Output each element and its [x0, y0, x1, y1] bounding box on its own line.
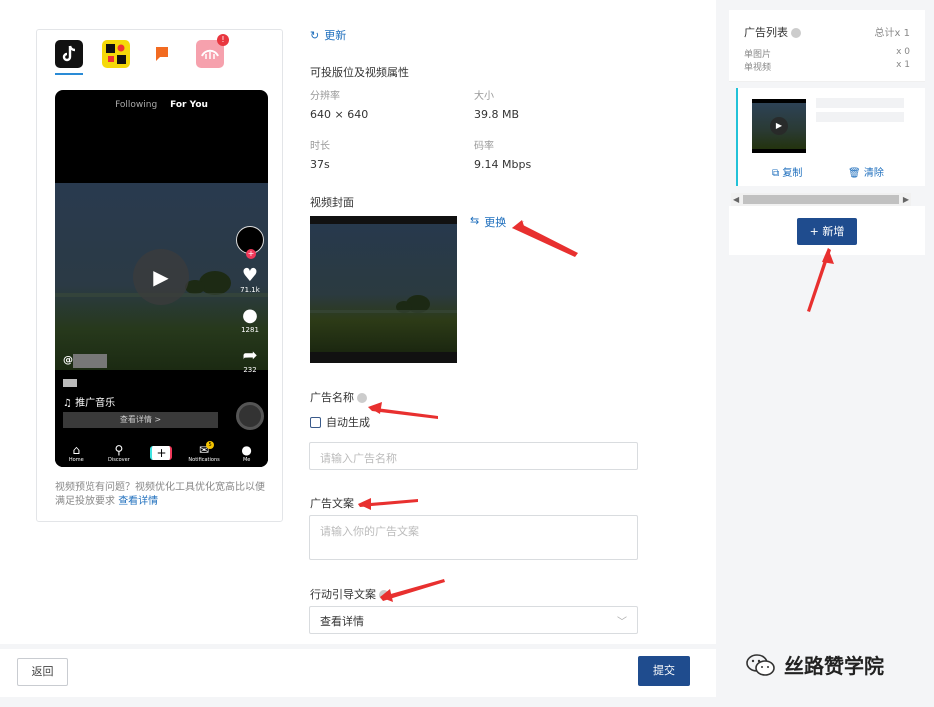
- footer-bar: [0, 649, 716, 697]
- annotation-arrow: [807, 248, 834, 312]
- play-icon[interactable]: ▶: [133, 249, 189, 305]
- music-disc-icon: [236, 402, 264, 430]
- size-label: 大小: [474, 91, 494, 102]
- submit-button[interactable]: 提交: [638, 656, 690, 686]
- chevron-down-icon: ﹀: [617, 617, 627, 628]
- ad-thumbnail: ▶: [752, 99, 806, 153]
- nav-create[interactable]: +: [143, 446, 179, 460]
- phone-feed-tabs: Following For You: [55, 100, 268, 110]
- cta-text-label: 行动引导文案: [310, 586, 389, 602]
- ad-list-total: 总计x 1: [874, 28, 910, 39]
- replace-cover-button[interactable]: ⇆ 更换: [470, 214, 506, 230]
- resolution-label: 分辨率: [310, 91, 340, 102]
- help-icon[interactable]: [357, 393, 367, 403]
- swap-icon: ⇆: [470, 214, 480, 227]
- music-label: ♫ 推广音乐: [63, 398, 116, 409]
- horizontal-scrollbar[interactable]: ◀ ▶: [731, 193, 911, 206]
- ad-tag: [63, 379, 77, 387]
- ad-list-header: 广告列表 总计x 1 单图片 x 0 单视频 x 1: [729, 10, 925, 82]
- share-icon[interactable]: ➦: [234, 346, 266, 366]
- ad-name-input[interactable]: 请输入广告名称: [309, 442, 638, 470]
- placeholder-line: [816, 98, 904, 108]
- placeholder-line: [816, 112, 904, 122]
- ad-list-title: 广告列表: [744, 24, 801, 40]
- bitrate-label: 码率: [474, 141, 494, 152]
- like-count: 71.1k: [240, 286, 260, 294]
- wechat-icon: [746, 653, 775, 676]
- phone-bottom-nav: ⌂ Home ⚲ Discover + ✉ 5 Notifications ● Me: [55, 439, 268, 467]
- video-cover-image: [310, 216, 457, 363]
- preview-panel: ! Following For You ▶ + ♥ 71.1k ● 1281 ➦…: [36, 29, 283, 522]
- refresh-icon: ↻: [310, 28, 320, 42]
- single-image-row: 单图片 x 0: [744, 47, 910, 60]
- auto-generate-checkbox[interactable]: 自动生成: [310, 414, 370, 430]
- clear-button[interactable]: 🗑 清除: [848, 164, 884, 179]
- message-icon: ✉: [199, 442, 210, 457]
- copy-button[interactable]: ⧉ 复制: [772, 164, 802, 179]
- active-tab-indicator: [55, 73, 83, 75]
- watermark-text: 丝路赞学院: [784, 654, 884, 678]
- user-handle: @: [63, 355, 73, 366]
- duration-value: 37s: [310, 158, 330, 171]
- phone-preview: Following For You ▶ + ♥ 71.1k ● 1281 ➦ 2…: [55, 90, 268, 467]
- help-icon[interactable]: [379, 590, 389, 600]
- creator-avatar[interactable]: +: [236, 226, 264, 259]
- comment-icon[interactable]: ●: [234, 306, 266, 326]
- duration-label: 时长: [310, 141, 330, 152]
- pangle-icon[interactable]: !: [196, 34, 229, 68]
- size-value: 39.8 MB: [474, 108, 520, 121]
- copy-icon: ⧉: [772, 168, 783, 179]
- following-tab: Following: [115, 100, 158, 110]
- cta-select[interactable]: 查看详情 ﹀: [309, 606, 638, 634]
- back-button[interactable]: 返回: [17, 658, 68, 686]
- share-count: 232: [243, 366, 257, 374]
- notification-badge: 5: [206, 440, 215, 449]
- nav-me[interactable]: ● Me: [229, 442, 265, 463]
- single-video-row: 单视频 x 1: [744, 60, 910, 73]
- plus-icon: +: [150, 446, 173, 460]
- scroll-right-icon[interactable]: ▶: [903, 193, 909, 206]
- handle-redaction: [73, 354, 107, 368]
- trash-icon: 🗑: [848, 168, 864, 179]
- scroll-left-icon[interactable]: ◀: [733, 193, 739, 206]
- play-icon: ▶: [770, 117, 788, 135]
- cta-button[interactable]: 查看详情 >: [63, 412, 218, 428]
- comment-count: 1281: [241, 326, 259, 334]
- nav-notifications[interactable]: ✉ 5 Notifications: [186, 440, 222, 463]
- profile-icon: ●: [241, 442, 252, 457]
- topbuzz-icon[interactable]: [102, 40, 130, 68]
- ad-list-item[interactable]: ▶ ⧉ 复制 🗑 清除: [736, 88, 925, 186]
- refresh-button[interactable]: ↻ 更新: [310, 27, 346, 43]
- tiktok-icon[interactable]: [55, 40, 83, 68]
- watermark: 丝路赞学院: [746, 650, 884, 679]
- heart-icon[interactable]: ♥: [234, 266, 266, 286]
- nav-discover[interactable]: ⚲ Discover: [101, 442, 137, 463]
- side-actions: + ♥ 71.1k ● 1281 ➦ 232: [234, 226, 266, 374]
- for-you-tab: For You: [170, 100, 208, 110]
- ad-name-label: 广告名称: [310, 389, 367, 405]
- add-ad-button[interactable]: + 新增: [797, 218, 857, 245]
- checkbox-icon: [310, 416, 321, 428]
- alert-badge: !: [217, 34, 229, 46]
- props-title: 可投版位及视频属性: [310, 66, 409, 79]
- home-icon: ⌂: [72, 442, 81, 457]
- note-detail-link[interactable]: 查看详情: [118, 496, 158, 507]
- app-tabs: !: [55, 34, 229, 68]
- preview-note: 视频预览有问题？视频优化工具优化宽高比以便满足投放要求 查看详情: [55, 482, 265, 507]
- bitrate-value: 9.14 Mbps: [474, 158, 532, 171]
- search-icon: ⚲: [114, 442, 124, 457]
- help-icon[interactable]: [791, 28, 801, 38]
- scrollbar-thumb[interactable]: [743, 195, 899, 204]
- ad-text-label: 广告文案: [310, 497, 354, 510]
- nav-home[interactable]: ⌂ Home: [58, 442, 94, 463]
- ad-text-input[interactable]: 请输入你的广告文案: [309, 515, 638, 560]
- babe-icon[interactable]: [149, 40, 177, 68]
- cover-title: 视频封面: [310, 196, 354, 209]
- resolution-value: 640 × 640: [310, 108, 369, 121]
